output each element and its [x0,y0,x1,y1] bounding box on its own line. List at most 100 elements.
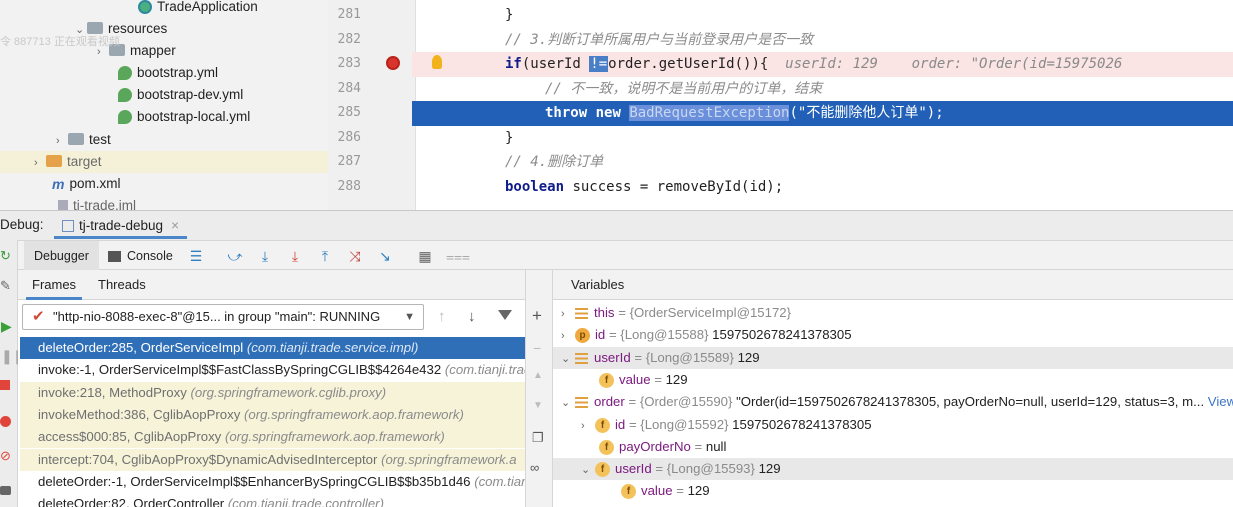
excluded-folder-icon [46,155,62,168]
variable-row-this[interactable]: › this = {OrderServiceImpl@15172} [553,302,1233,324]
chevron-down-icon[interactable]: ⌄ [581,459,595,480]
tab-debugger[interactable]: Debugger [24,241,99,271]
field-icon: f [599,439,614,455]
view-link[interactable]: View [1208,394,1233,409]
field-icon: f [621,484,636,500]
breakpoint-icon[interactable] [386,56,400,70]
object-icon [575,308,588,320]
stop-icon[interactable] [0,380,10,390]
variable-row-order-userid[interactable]: ⌄ f userId = {Long@15593} 129 [553,458,1233,481]
chevron-down-icon[interactable]: ⌄ [561,392,575,413]
frame-row[interactable]: invoke:-1, OrderServiceImpl$$FastClassBy… [20,359,525,381]
frames-panel: Frames Threads ✔ "http-nio-8088-exec-8"@… [18,270,525,507]
frame-row[interactable]: invokeMethod:386, CglibAopProxy (org.spr… [20,403,525,427]
trace-current-stream-icon[interactable]: ⩶ [446,247,470,265]
tab-console[interactable]: Console [108,241,173,271]
debug-toolbar: Debugger Console ☰ ⤻ ⤓ ⤓ ⤒ ⤨ ↘ ▦ ⩶ [0,240,1233,271]
debug-title-label: Debug: [0,217,44,232]
run-to-cursor-icon[interactable]: ↘ [376,247,394,265]
show-execution-point-icon[interactable]: ⤻ [226,247,244,265]
step-into-icon[interactable]: ⤓ [286,247,304,265]
variable-row-payorderno[interactable]: f payOrderNo = null [553,436,1233,458]
code-line-284: // 不一致，说明不是当前用户的订单，结束 [545,80,823,97]
move-down-icon[interactable]: ▼ [533,400,543,411]
chevron-right-icon[interactable]: › [561,325,575,346]
code-line-286: } [505,129,514,146]
chevron-down-icon[interactable]: ⌄ [561,348,575,369]
code-line-287: // 4.删除订单 [505,154,604,170]
chevron-right-icon[interactable]: › [56,130,68,152]
tree-item-bootstrap-yml[interactable]: bootstrap.yml [118,62,218,84]
maven-icon: m [52,176,65,193]
menu-icon[interactable]: ☰ [187,247,205,265]
lightbulb-icon[interactable] [432,55,442,69]
code-line-288: boolean success = removeById(id); [505,178,784,195]
frames-tabs: Frames Threads [18,270,525,300]
tab-frames[interactable]: Frames [26,270,83,300]
console-icon [108,251,121,263]
line-number: 287 [337,154,361,169]
tree-item-iml[interactable]: tj-trade.iml [58,195,136,210]
arrow-up-icon[interactable]: ↑ [438,308,446,325]
variable-row-value[interactable]: f value = 129 [553,369,1233,391]
fold-column [412,0,461,210]
frame-row[interactable]: intercept:704, CglibAopProxy$DynamicAdvi… [20,448,525,471]
copy-icon[interactable]: ❐ [532,430,544,446]
frame-row[interactable]: access$000:85, CglibAopProxy (org.spring… [20,426,525,449]
folder-icon [68,133,84,146]
debug-actions-strip: ↻ ✎ ▶ ❚❚ ⊘ [0,240,24,507]
field-icon: f [595,417,610,433]
drop-frame-icon[interactable]: ⤨ [346,247,364,265]
tree-item-bootstrap-dev-yml[interactable]: bootstrap-dev.yml [118,84,243,106]
thread-selector[interactable]: ✔ "http-nio-8088-exec-8"@15... in group … [22,304,424,330]
debug-session-tab[interactable]: tj-trade-debug × [54,213,187,239]
tab-threads[interactable]: Threads [92,270,152,300]
variable-row-userid[interactable]: ⌄ userId = {Long@15589} 129 [553,346,1233,369]
tree-item-bootstrap-local-yml[interactable]: bootstrap-local.yml [118,106,250,128]
chevron-right-icon[interactable]: › [581,415,595,436]
camera-icon[interactable] [0,486,11,495]
iml-file-icon [58,200,68,210]
variables-panel: Variables › this = {OrderServiceImpl@1517… [553,270,1233,507]
step-out-icon[interactable]: ⤒ [316,247,334,265]
step-over-icon[interactable]: ⤓ [256,247,274,265]
variable-row-order[interactable]: ⌄ order = {Order@15590} "Order(id=1597502… [553,391,1233,413]
spring-boot-app-icon [138,0,152,15]
tree-item-tradeapplication[interactable]: TradeApplication [138,0,258,18]
chevron-right-icon[interactable]: › [561,303,575,324]
watermark-text: 令 887713 正在观看视频 [0,36,120,48]
tree-item-target[interactable]: › target [0,151,328,173]
filter-icon[interactable] [498,310,512,320]
evaluate-expression-icon[interactable]: ▦ [416,247,434,265]
rerun-icon[interactable]: ↻ [0,248,14,263]
debug-config-icon [62,220,74,233]
field-icon: f [599,372,614,388]
view-breakpoints-icon[interactable] [0,416,11,427]
variable-row-order-userid-value[interactable]: f value = 129 [553,480,1233,502]
line-number: 286 [337,129,361,145]
frame-row[interactable]: invoke:218, MethodProxy (org.springframe… [20,381,525,404]
code-editor[interactable]: } // 3.判断订单所属用户与当前登录用户是否一致 if(userId !=o… [461,0,1233,210]
close-tab-icon[interactable]: × [171,218,179,233]
tree-item-pom-xml[interactable]: m pom.xml [52,173,120,195]
frame-row[interactable]: deleteOrder:82, OrderController (com.tia… [20,493,525,507]
checkmark-icon: ✔ [32,308,45,325]
frame-row[interactable]: deleteOrder:-1, OrderServiceImpl$$Enhanc… [20,471,525,493]
chevron-right-icon[interactable]: › [34,152,46,174]
field-icon: f [595,462,610,478]
resume-icon[interactable]: ▶ [1,318,12,335]
mute-breakpoints-icon[interactable]: ⊘ [0,448,11,464]
add-watch-icon[interactable]: + [532,306,542,326]
parameter-icon: p [575,328,590,344]
variable-row-id[interactable]: › p id = {Long@15588} 1597502678241378305 [553,324,1233,346]
show-watches-icon[interactable]: ∞ [530,460,539,475]
tree-item-test[interactable]: › test [56,129,111,151]
object-icon [575,397,588,409]
yaml-icon [118,66,132,81]
settings-wrench-icon[interactable]: ✎ [0,278,11,294]
frame-row[interactable]: deleteOrder:285, OrderServiceImpl (com.t… [20,337,525,360]
remove-watch-icon[interactable]: − [533,340,541,356]
move-up-icon[interactable]: ▲ [533,370,543,381]
arrow-down-icon[interactable]: ↓ [468,308,476,325]
variable-row-order-id[interactable]: › f id = {Long@15592} 1597502678241378305 [553,414,1233,436]
